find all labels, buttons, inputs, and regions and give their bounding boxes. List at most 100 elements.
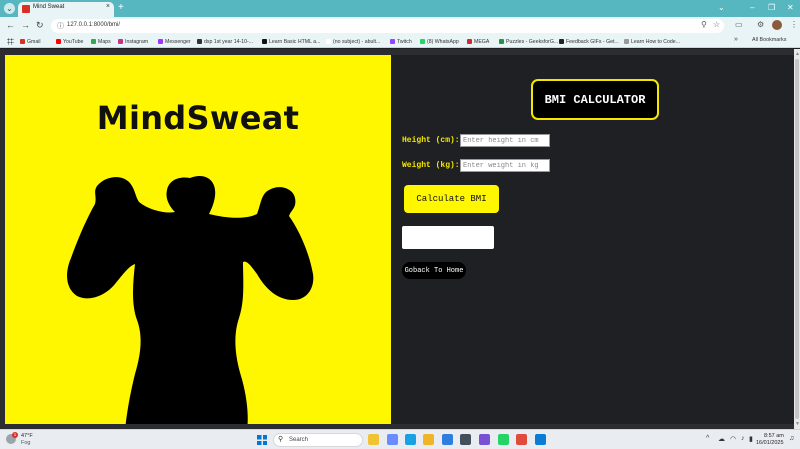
bodybuilder-silhouette — [67, 176, 314, 424]
bookmark-item[interactable]: Instagram — [118, 37, 148, 46]
copilot-icon[interactable] — [387, 434, 398, 445]
weight-input[interactable] — [460, 159, 550, 172]
menu-kebab-icon[interactable]: ⋮ — [790, 20, 798, 29]
camera-icon[interactable] — [460, 434, 471, 445]
forward-button[interactable]: → — [21, 20, 30, 30]
onedrive-icon[interactable]: ☁ — [718, 435, 725, 443]
profile-avatar[interactable] — [772, 20, 782, 30]
favicon-icon — [22, 5, 30, 13]
chrome-icon[interactable] — [516, 434, 527, 445]
back-button[interactable]: ← — [6, 20, 15, 30]
vscode-icon[interactable] — [535, 434, 546, 445]
calculate-bmi-button[interactable]: Calculate BMI — [404, 185, 499, 213]
maximize-button[interactable]: ❐ — [768, 3, 775, 12]
tab-close-icon[interactable]: × — [106, 3, 110, 10]
bookmark-item[interactable]: Gmail — [20, 37, 41, 46]
bookmark-label: Twitch — [397, 38, 412, 45]
bookmark-favicon-icon — [20, 39, 25, 44]
bookmark-star-icon[interactable]: ☆ — [713, 20, 720, 29]
bookmark-favicon-icon — [390, 39, 395, 44]
scroll-down-icon[interactable]: ▼ — [795, 421, 800, 427]
bookmark-item[interactable]: (8) WhatsApp — [420, 37, 459, 46]
site-info-icon[interactable]: ⓘ — [57, 21, 64, 31]
scroll-thumb[interactable] — [795, 59, 799, 419]
tab-mind-sweat[interactable]: Mind Sweat × — [18, 2, 114, 17]
new-tab-button[interactable]: + — [118, 2, 124, 14]
bookmark-favicon-icon — [56, 39, 61, 44]
bookmark-item[interactable]: dsp 1st year 14-10-... — [197, 37, 253, 46]
bookmark-favicon-icon — [326, 39, 331, 44]
tab-list-icon[interactable]: ⌄ — [718, 3, 725, 12]
browser-titlebar: ⌄ Mind Sweat × + ⌄ – ❐ ✕ — [0, 0, 800, 17]
apps-grid-icon[interactable] — [7, 38, 14, 45]
bookmark-favicon-icon — [559, 39, 564, 44]
visual-studio-icon[interactable] — [479, 434, 490, 445]
address-bar[interactable]: ⓘ 127.0.0.1:8000/bmi/ ⚲ ☆ — [51, 19, 724, 33]
bookmark-label: Puzzles - GeeksforG... — [506, 38, 559, 45]
battery-icon[interactable]: ▮ — [749, 435, 753, 443]
brand-title: MindSweat — [96, 99, 300, 137]
wifi-icon[interactable]: ◠ — [730, 435, 736, 443]
start-button[interactable] — [257, 435, 267, 445]
search-icon: ⚲ — [278, 436, 284, 443]
bookmark-item[interactable]: Learn How to Code... — [624, 37, 680, 46]
bookmark-favicon-icon — [91, 39, 96, 44]
bookmark-item[interactable]: Messenger — [158, 37, 191, 46]
bookmark-item[interactable]: Puzzles - GeeksforG... — [499, 37, 558, 46]
extensions-icon[interactable]: ⚙ — [757, 20, 764, 29]
all-bookmarks-link[interactable]: All Bookmarks — [752, 37, 786, 43]
bookmark-favicon-icon — [262, 39, 267, 44]
bookmarks-bar: Gmail YouTube Maps Instagram Messenger dsp 1s… — [0, 35, 800, 48]
bookmark-item[interactable]: MEGA — [467, 37, 489, 46]
minimize-button[interactable]: – — [750, 3, 754, 12]
height-label: Height (cm): — [402, 136, 460, 145]
bookmark-label: Gmail — [27, 38, 41, 45]
weather-description[interactable]: Fog — [21, 440, 30, 446]
bookmark-favicon-icon — [158, 39, 163, 44]
address-url[interactable]: 127.0.0.1:8000/bmi/ — [67, 22, 120, 28]
bookmark-label: Learn Basic HTML a... — [269, 38, 321, 45]
taskbar-search[interactable]: ⚲ Search — [273, 433, 363, 447]
reload-button[interactable]: ↻ — [36, 20, 44, 31]
close-window-button[interactable]: ✕ — [787, 3, 794, 12]
windows-taskbar: 1 47°F Fog ⚲ Search ^ ☁ ◠ ♪ ▮ 8:57 am 16… — [0, 429, 800, 449]
file-explorer-icon[interactable] — [368, 434, 379, 445]
edge-icon[interactable] — [405, 434, 416, 445]
zoom-icon[interactable]: ⚲ — [701, 20, 707, 29]
bookmark-label: MEGA — [474, 38, 490, 45]
bookmark-item[interactable]: Maps — [91, 37, 111, 46]
whatsapp-icon[interactable] — [498, 434, 509, 445]
bookmark-item[interactable]: YouTube — [56, 37, 83, 46]
height-input[interactable] — [460, 134, 550, 147]
bookmark-favicon-icon — [467, 39, 472, 44]
bmi-result-box — [402, 226, 494, 249]
scroll-up-icon[interactable]: ▲ — [795, 51, 800, 57]
weather-temperature[interactable]: 47°F — [21, 433, 33, 439]
bookmark-favicon-icon — [197, 39, 202, 44]
bookmark-item[interactable]: Feedback GIFs - Get... — [559, 37, 619, 46]
bookmark-favicon-icon — [118, 39, 123, 44]
bookmarks-overflow-icon[interactable]: » — [734, 36, 738, 43]
goback-home-button[interactable]: Goback To Home — [402, 262, 466, 279]
tray-chevron-icon[interactable]: ^ — [706, 435, 709, 442]
bookmark-label: YouTube — [63, 38, 84, 45]
search-placeholder: Search — [289, 437, 309, 443]
tab-search-icon[interactable]: ⌄ — [4, 3, 15, 14]
store-icon[interactable] — [442, 434, 453, 445]
clock-date[interactable]: 16/01/2025 — [756, 440, 784, 446]
side-panel-icon[interactable]: ▭ — [735, 20, 743, 29]
bookmark-item[interactable]: (no subject) - abult... — [326, 37, 380, 46]
volume-icon[interactable]: ♪ — [741, 435, 745, 442]
bookmark-label: dsp 1st year 14-10-... — [204, 38, 254, 45]
bmi-title: BMI CALCULATOR — [544, 92, 646, 107]
notification-bell-icon[interactable]: ♫ — [789, 435, 794, 442]
bookmark-label: (no subject) - abult... — [333, 38, 381, 45]
bookmark-label: (8) WhatsApp — [427, 38, 459, 45]
weight-label: Weight (kg): — [402, 161, 460, 170]
bookmark-label: Messenger — [165, 38, 191, 45]
folder-icon[interactable] — [423, 434, 434, 445]
tab-title: Mind Sweat — [33, 4, 65, 10]
clock-time[interactable]: 8:57 am — [764, 433, 784, 439]
bookmark-item[interactable]: Twitch — [390, 37, 412, 46]
bookmark-item[interactable]: Learn Basic HTML a... — [262, 37, 320, 46]
